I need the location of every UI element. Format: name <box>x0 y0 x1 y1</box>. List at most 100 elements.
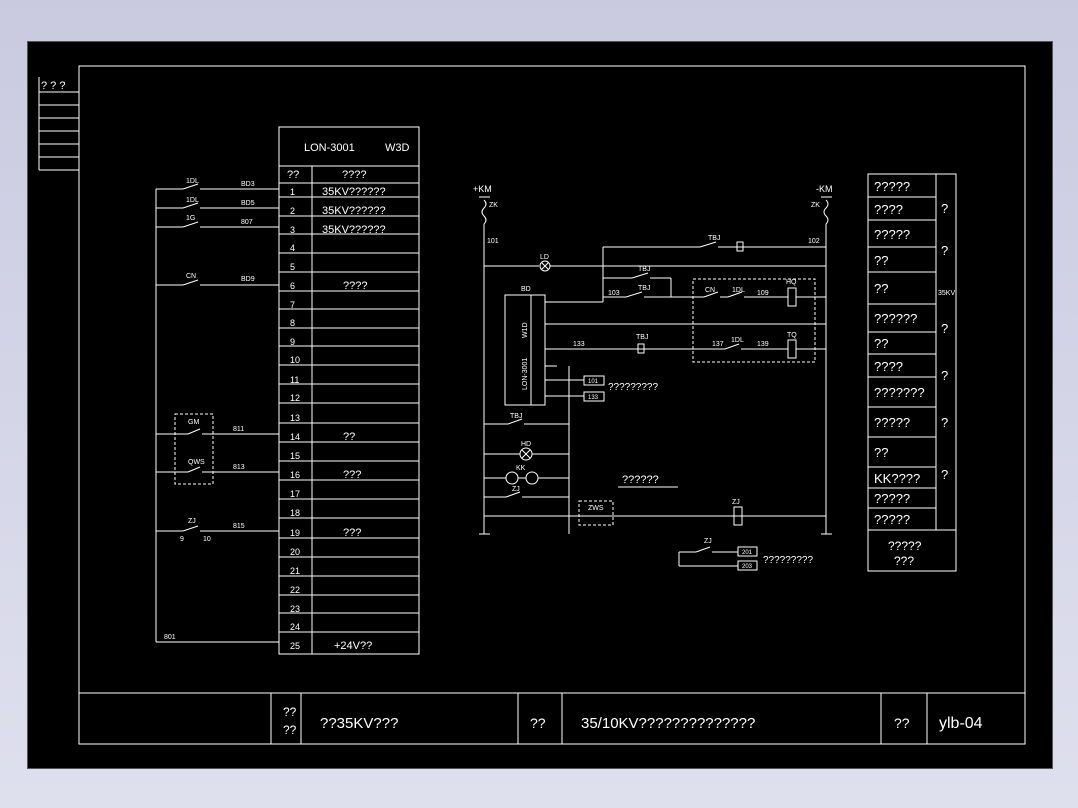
right-table-cell: ?? <box>874 445 888 460</box>
zk-right: ZK <box>811 202 820 209</box>
title-label-a2: ?? <box>283 723 297 737</box>
hq-label: HQ <box>786 279 797 286</box>
right-table-cell: ???? <box>874 202 903 217</box>
box-133: 133 <box>588 395 599 401</box>
wire-801: 801 <box>164 634 176 641</box>
ld-label: LD <box>540 254 549 261</box>
wire-811: 811 <box>233 426 244 433</box>
side-label: ? ? ? <box>41 80 65 92</box>
kk-label: KK <box>516 465 526 472</box>
pos-bus-label: +KM <box>473 184 492 194</box>
wire-139: 139 <box>757 341 769 348</box>
terminal-block: LON-3001 W3D ?? ???? 1 35KV?????? 2 35KV???… <box>278 126 420 655</box>
terminal-row-number: 21 <box>290 566 300 576</box>
zj-out-label: ZJ <box>704 538 712 545</box>
wire-101: 101 <box>487 238 499 245</box>
terminal-row-number: 2 <box>290 206 295 216</box>
terminal-row-number: 15 <box>290 451 300 461</box>
hd-label: HD <box>521 441 531 448</box>
terminal-row-number: 24 <box>290 622 300 632</box>
terminal-block-model: LON-3001 <box>304 142 355 154</box>
title-project: ??35KV??? <box>320 715 398 732</box>
terminal-row-name: ?? <box>343 431 355 443</box>
title-block: ?? ?? ??35KV??? ?? 35/10KV??????????????… <box>79 692 1025 744</box>
right-table-side-mark: ? <box>941 321 948 336</box>
dl-label-b: 1DL <box>731 337 744 344</box>
zws-label: ZWS <box>588 505 604 512</box>
right-table-cell: ????? <box>874 227 910 242</box>
title-label-b: ?? <box>530 715 546 731</box>
terminal-row-number: 6 <box>290 281 295 291</box>
tbj-lower: TBJ <box>636 334 648 341</box>
contact-zj: ZJ <box>188 518 196 525</box>
contact-cn: CN <box>186 273 196 280</box>
wire-bd9: BD9 <box>241 276 255 283</box>
terminal-row-number: 22 <box>290 585 300 595</box>
contact-gm: GM <box>188 419 199 426</box>
contact-1dl-a: 1DL <box>186 178 199 185</box>
right-table-bottom-1: ????? <box>888 539 922 553</box>
terminal-block-code: W3D <box>385 142 410 154</box>
right-table-cell: KK???? <box>874 471 920 486</box>
right-table-cell: ???? <box>874 359 903 374</box>
terminal-row-number: 17 <box>290 489 300 499</box>
terminal-row-number: 19 <box>290 528 300 538</box>
terminal-row-number: 10 <box>290 355 300 365</box>
terminal-header-no: ?? <box>287 169 299 181</box>
wire-807: 807 <box>241 219 253 226</box>
right-table-cell: ??????? <box>874 385 925 400</box>
terminal-row-name: 35KV?????? <box>322 205 386 217</box>
left-contacts: 1DL BD3 1DL BD5 1G 807 CN BD9 GM 811 QWS… <box>155 178 279 643</box>
bd-label: BD <box>521 286 531 293</box>
right-table-side-mark: ? <box>941 368 948 383</box>
tbj-upper: TBJ <box>638 285 650 292</box>
zws-note: ?????? <box>622 474 659 486</box>
wire-109: 109 <box>757 290 769 297</box>
cn-label: CN <box>705 287 715 294</box>
right-table-bottom-2: ??? <box>894 554 914 568</box>
right-table-cell: ?? <box>874 281 888 296</box>
contact-1dl-b: 1DL <box>186 197 199 204</box>
wire-133: 133 <box>573 341 585 348</box>
wire-bd3: BD3 <box>241 181 255 188</box>
terminal-row-number: 25 <box>290 641 300 651</box>
right-table-cell: ????? <box>874 179 910 194</box>
outputs-label: ????????? <box>608 382 658 393</box>
title-label-a1: ?? <box>283 705 297 719</box>
dl-label-a: 1DL <box>732 287 745 294</box>
terminal-row-number: 5 <box>290 262 295 272</box>
right-table-cell: ?????? <box>874 311 917 326</box>
wire-137: 137 <box>712 341 724 348</box>
right-table-cell: ????? <box>874 491 910 506</box>
contact-qws: QWS <box>188 459 205 466</box>
terminal-row-number: 16 <box>290 470 300 480</box>
wire-102: 102 <box>808 238 820 245</box>
zj-outputs-label: ????????? <box>763 555 813 566</box>
w1d-label: W1D <box>522 322 529 338</box>
tbj-left: TBJ <box>510 413 522 420</box>
terminal-row-name: ???? <box>343 280 367 292</box>
right-table-side-mark: ? <box>941 467 948 482</box>
zj-coil-label: ZJ <box>732 499 740 506</box>
tbj-mid: TBJ <box>638 266 650 273</box>
terminal-row-number: 13 <box>290 413 300 423</box>
right-table-cell: ????? <box>874 415 910 430</box>
terminal-row-number: 18 <box>290 508 300 518</box>
box-201: 201 <box>742 550 753 556</box>
drawing-sheet: ? ? ? LON-3001 W3D ?? ???? 1 35KV?????? 2 3… <box>27 41 1053 769</box>
title-label-c: ?? <box>894 715 910 731</box>
tq-label: TQ <box>787 332 797 339</box>
box-203: 203 <box>742 564 753 570</box>
schematic-drawing: ? ? ? LON-3001 W3D ?? ???? 1 35KV??????2 3… <box>38 65 1026 745</box>
contact-1g: 1G <box>186 215 195 222</box>
terminal-row-name: ??? <box>343 469 361 481</box>
terminal-row-name: +24V?? <box>334 640 372 652</box>
tbj-top: TBJ <box>708 235 720 242</box>
terminal-row-number: 14 <box>290 432 300 442</box>
terminal-row-number: 4 <box>290 243 295 253</box>
terminal-row-name: 35KV?????? <box>322 186 386 198</box>
terminal-row-number: 8 <box>290 318 295 328</box>
terminal-row-number: 12 <box>290 393 300 403</box>
wire-813: 813 <box>233 464 245 471</box>
wire-815: 815 <box>233 523 245 530</box>
